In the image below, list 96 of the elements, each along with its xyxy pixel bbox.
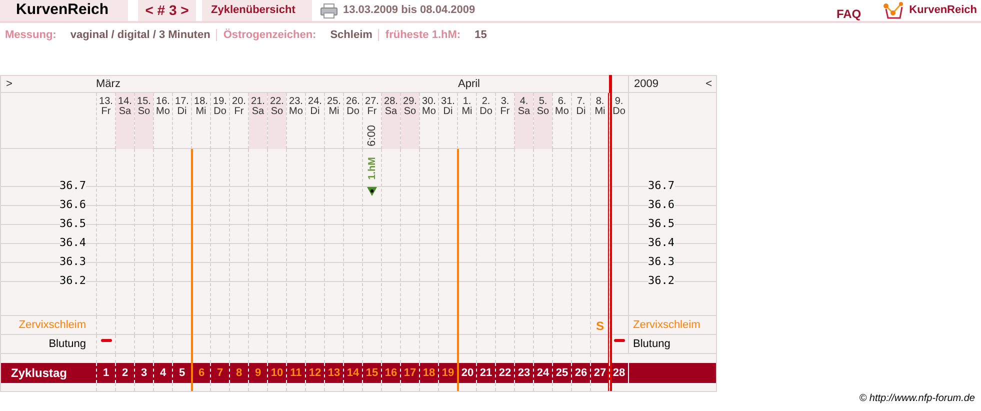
day-header: 21. Sa bbox=[249, 93, 267, 149]
printer-icon[interactable] bbox=[320, 2, 338, 18]
row-label: Zyklustag bbox=[11, 365, 68, 382]
info-value: vaginal / digital / 3 Minuten bbox=[70, 28, 210, 43]
info-label: früheste 1.hM: bbox=[385, 28, 461, 43]
day-header: 18. Mi bbox=[193, 95, 209, 119]
cycle-day-number: 10 bbox=[270, 366, 284, 381]
cycle-day-number: 3 bbox=[140, 366, 148, 381]
day-header: 2. Do bbox=[478, 95, 494, 119]
cycle-navigation[interactable]: < # 3 > bbox=[138, 0, 196, 21]
temperature-label: 36.4 bbox=[60, 236, 86, 249]
day-header: 24. Di bbox=[307, 95, 323, 119]
temperature-label: 36.6 bbox=[648, 198, 674, 211]
cycle-day-number: 26 bbox=[574, 366, 588, 381]
logo-text: KurvenReich bbox=[909, 3, 977, 18]
day-header: 7. Di bbox=[575, 95, 587, 119]
day-header: 4. Sa bbox=[515, 93, 533, 149]
cycle-day-number: 2 bbox=[120, 366, 130, 381]
cycle-day-number: 25 bbox=[554, 366, 570, 381]
cycle-day-number: 13 bbox=[326, 366, 342, 381]
scroll-left-button[interactable]: > bbox=[6, 76, 12, 92]
row-label: Zervixschleim bbox=[18, 318, 86, 333]
temperature-label: 36.2 bbox=[648, 274, 674, 287]
info-value: Schleim bbox=[330, 28, 372, 43]
cycle-day-number: 23 bbox=[516, 366, 532, 381]
year-label: 2009 bbox=[634, 76, 658, 92]
day-header: 5. So bbox=[534, 93, 552, 149]
cycle-day-number: 17 bbox=[402, 366, 418, 381]
temperature-label: 36.5 bbox=[648, 217, 674, 230]
day-header: 1. Mi bbox=[460, 95, 474, 119]
cycle-day-number: 19 bbox=[440, 366, 456, 381]
scroll-right-button[interactable]: < bbox=[706, 76, 712, 92]
day-header: 25. Mi bbox=[326, 95, 342, 119]
row-label: Blutung bbox=[48, 336, 86, 352]
faq-link[interactable]: FAQ bbox=[836, 4, 862, 22]
info-label: Messung: bbox=[5, 28, 56, 43]
cycle-day-number: 11 bbox=[289, 366, 303, 381]
day-header: 6. Mo bbox=[554, 95, 570, 119]
copyright-text: © http://www.nfp-forum.de bbox=[859, 392, 975, 404]
cycle-day-number: 7 bbox=[216, 366, 224, 381]
info-value: 15 bbox=[474, 28, 487, 43]
date-range: 13.03.2009 bis 08.04.2009 bbox=[343, 3, 476, 18]
app-title: KurvenReich bbox=[0, 0, 128, 21]
cycle-day-number: 27 bbox=[592, 366, 608, 381]
day-header: 15. So bbox=[135, 93, 153, 149]
time-label: 6:00 bbox=[367, 125, 377, 146]
day-header: 27. Fr 6:00 bbox=[364, 95, 380, 148]
cycle-day-number: 22 bbox=[498, 366, 512, 381]
cycle-day-number: 1 bbox=[102, 366, 110, 381]
cycle-day-number: 6 bbox=[197, 366, 206, 381]
month-label: März bbox=[96, 76, 120, 92]
temperature-label: 36.5 bbox=[60, 217, 86, 230]
day-header: 28. Sa bbox=[382, 93, 400, 149]
cycle-day-number: 28 bbox=[612, 366, 626, 381]
cycle-day-number: 9 bbox=[254, 366, 262, 381]
cycle-day-number: 24 bbox=[536, 366, 550, 381]
row-label: Zervixschleim bbox=[633, 318, 700, 333]
cycle-overview-tab[interactable]: Zyklenübersicht bbox=[202, 0, 312, 21]
day-header: 20. Fr bbox=[231, 95, 247, 119]
temperature-label: 36.2 bbox=[60, 274, 86, 287]
temperature-label: 36.7 bbox=[60, 179, 86, 192]
temperature-label: 36.4 bbox=[648, 236, 674, 249]
day-header: 26. Do bbox=[345, 95, 361, 119]
day-header: 14. Sa bbox=[116, 93, 134, 149]
temperature-label: 36.6 bbox=[60, 198, 86, 211]
cycle-day-number: 21 bbox=[478, 366, 494, 381]
mucus-mark: S bbox=[594, 318, 605, 334]
cycle-day-number: 8 bbox=[234, 366, 244, 381]
day-header: 16. Mo bbox=[155, 95, 171, 119]
row-label: Blutung bbox=[633, 336, 670, 352]
day-header: 30. Mo bbox=[421, 95, 437, 119]
temperature-label: 36.3 bbox=[648, 255, 674, 268]
day-header: 31. Di bbox=[440, 95, 456, 119]
chart-basket-icon bbox=[883, 2, 906, 20]
temperature-label: 36.7 bbox=[648, 179, 674, 192]
day-header: 3. Fr bbox=[499, 95, 511, 119]
day-header: 17. Di bbox=[174, 95, 190, 119]
day-header: 22. So bbox=[268, 93, 286, 149]
day-header: 9. Do bbox=[612, 95, 626, 119]
day-header: 23. Mo bbox=[288, 95, 304, 119]
cycle-day-number: 16 bbox=[384, 366, 398, 381]
cycle-day-number: 20 bbox=[460, 366, 475, 381]
month-label: April bbox=[458, 76, 480, 92]
cycle-day-number: 4 bbox=[158, 366, 168, 381]
cycle-day-number: 15 bbox=[364, 366, 380, 381]
day-header: 29. So bbox=[401, 93, 419, 149]
info-label: Östrogenzeichen: bbox=[223, 28, 316, 43]
day-header: 13. Fr bbox=[98, 95, 114, 119]
cycle-day-number: 18 bbox=[422, 366, 436, 381]
day-header: 19. Do bbox=[212, 95, 228, 119]
triangle-marker-icon bbox=[367, 186, 377, 196]
cycle-day-number: 5 bbox=[178, 366, 186, 381]
cycle-day-number: 12 bbox=[308, 366, 322, 381]
day-header: 8. Mi bbox=[594, 95, 606, 119]
cycle-day-number: 14 bbox=[346, 366, 360, 381]
temperature-label: 36.3 bbox=[60, 255, 86, 268]
